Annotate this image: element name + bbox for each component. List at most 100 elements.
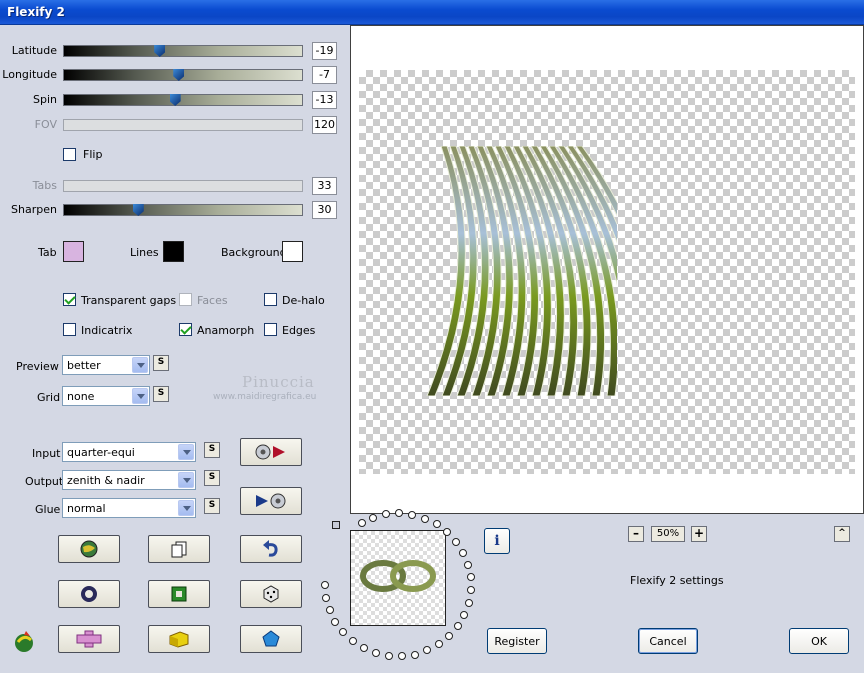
tab-color-swatch[interactable]	[63, 241, 84, 262]
rotation-dial-handle[interactable]	[332, 521, 340, 529]
rotation-dial-dot[interactable]	[331, 617, 340, 626]
output-play-button[interactable]	[240, 487, 302, 515]
edges-checkbox[interactable]	[264, 323, 277, 336]
rotation-dial-dot[interactable]	[445, 632, 454, 641]
rotation-dial-dot[interactable]	[348, 637, 357, 646]
glue-s-button[interactable]: S	[204, 498, 220, 514]
latitude-value-field[interactable]: -19	[312, 42, 337, 60]
sharpen-slider-thumb[interactable]	[132, 204, 144, 216]
lines-color-swatch[interactable]	[163, 241, 184, 262]
tabs-value-field[interactable]: 33	[312, 177, 337, 195]
flip-checkbox[interactable]	[63, 148, 76, 161]
output-label: Output	[25, 475, 64, 488]
preview-quality-s-button[interactable]: S	[153, 355, 169, 371]
rotation-dial-dot[interactable]	[357, 519, 366, 528]
rotation-dial-dot[interactable]	[322, 593, 331, 602]
rotation-dial-dot[interactable]	[359, 644, 368, 653]
fov-value-field[interactable]: 120	[312, 116, 337, 134]
info-button[interactable]: i	[484, 528, 510, 554]
spin-label: Spin	[33, 93, 57, 106]
register-button[interactable]: Register	[487, 628, 547, 654]
title-bar[interactable]: Flexify 2	[0, 0, 864, 25]
rotation-dial-dot[interactable]	[382, 510, 391, 519]
rotation-dial-dot[interactable]	[466, 586, 475, 595]
globe-button[interactable]	[58, 535, 120, 563]
rotation-dial-dot[interactable]	[466, 573, 475, 582]
ok-button[interactable]: OK	[789, 628, 849, 654]
longitude-slider[interactable]	[63, 69, 303, 81]
rotation-dial-dot[interactable]	[408, 510, 417, 519]
rotation-dial-dot[interactable]	[459, 548, 468, 557]
faces-checkbox[interactable]	[179, 293, 192, 306]
chevron-down-icon[interactable]	[178, 500, 194, 516]
rotation-dial-dot[interactable]	[432, 520, 441, 529]
chevron-down-icon[interactable]	[178, 472, 194, 488]
rotation-dial-dot[interactable]	[371, 649, 380, 658]
ring-button[interactable]	[58, 580, 120, 608]
chevron-down-icon[interactable]	[132, 357, 148, 373]
chevron-down-icon[interactable]	[132, 388, 148, 404]
glue-select[interactable]: normal	[62, 498, 196, 518]
spin-value-field[interactable]: -13	[312, 91, 337, 109]
undo-button[interactable]	[240, 535, 302, 563]
rotation-dial-dot[interactable]	[460, 611, 469, 620]
indicatrix-checkbox[interactable]	[63, 323, 76, 336]
thumbnail-preview[interactable]	[350, 530, 446, 626]
latitude-slider-thumb[interactable]	[154, 45, 166, 57]
rotation-dial-dot[interactable]	[421, 514, 430, 523]
preview-quality-select[interactable]: better	[62, 355, 150, 375]
rotation-dial-dot[interactable]	[410, 650, 419, 659]
latitude-slider[interactable]	[63, 45, 303, 57]
rotation-dial-dot[interactable]	[384, 651, 393, 660]
rotation-dial-dot[interactable]	[325, 606, 334, 615]
longitude-value-field[interactable]: -7	[312, 66, 337, 84]
longitude-slider-thumb[interactable]	[173, 69, 185, 81]
sharpen-value-field[interactable]: 30	[312, 201, 337, 219]
spin-slider[interactable]	[63, 94, 303, 106]
rotation-dial-dot[interactable]	[339, 628, 348, 637]
preview-canvas[interactable]	[359, 70, 855, 474]
sharpen-slider[interactable]	[63, 204, 303, 216]
pentagon-icon	[262, 630, 280, 647]
grid-s-button[interactable]: S	[153, 386, 169, 402]
rotation-dial-dot[interactable]	[434, 640, 443, 649]
rotation-dial-dot[interactable]	[321, 581, 329, 589]
preview-pane[interactable]	[350, 25, 864, 514]
collapse-button[interactable]: ^	[834, 526, 850, 542]
anamorph-checkbox[interactable]	[179, 323, 192, 336]
rotation-dial-dot[interactable]	[369, 513, 378, 522]
grid-label: Grid	[37, 391, 61, 404]
rotation-dial-dot[interactable]	[464, 598, 473, 607]
rotation-dial-dot[interactable]	[452, 537, 461, 546]
rotation-dial-dot[interactable]	[397, 652, 406, 661]
rotation-dial-dot[interactable]	[395, 509, 404, 518]
spin-slider-thumb[interactable]	[169, 94, 181, 106]
zoom-in-button[interactable]: +	[691, 526, 707, 542]
output-s-button[interactable]: S	[204, 470, 220, 486]
chevron-down-icon[interactable]	[178, 444, 194, 460]
copy-page-button[interactable]	[148, 535, 210, 563]
rotation-dial-dot[interactable]	[463, 560, 472, 569]
transparent-gaps-checkbox[interactable]	[63, 293, 76, 306]
output-select[interactable]: zenith & nadir	[62, 470, 196, 490]
de-halo-checkbox[interactable]	[264, 293, 277, 306]
zoom-out-button[interactable]: –	[628, 526, 644, 542]
cube-button[interactable]	[148, 625, 210, 653]
tabs-slider[interactable]	[63, 180, 303, 192]
cancel-button[interactable]: Cancel	[638, 628, 698, 654]
pentagon-button[interactable]	[240, 625, 302, 653]
rotation-dial-dot[interactable]	[453, 622, 462, 631]
rotation-dial-dot[interactable]	[443, 528, 452, 537]
input-select[interactable]: quarter-equi	[62, 442, 196, 462]
background-color-swatch[interactable]	[282, 241, 303, 262]
square-frame-button[interactable]	[148, 580, 210, 608]
dice-button[interactable]	[240, 580, 302, 608]
fov-slider[interactable]	[63, 119, 303, 131]
grid-select[interactable]: none	[62, 386, 150, 406]
rotation-dial-dot[interactable]	[423, 646, 432, 655]
fov-label: FOV	[34, 118, 57, 131]
input-s-button[interactable]: S	[204, 442, 220, 458]
input-play-button[interactable]	[240, 438, 302, 466]
cube-icon	[169, 631, 189, 648]
plus-shape-button[interactable]	[58, 625, 120, 653]
